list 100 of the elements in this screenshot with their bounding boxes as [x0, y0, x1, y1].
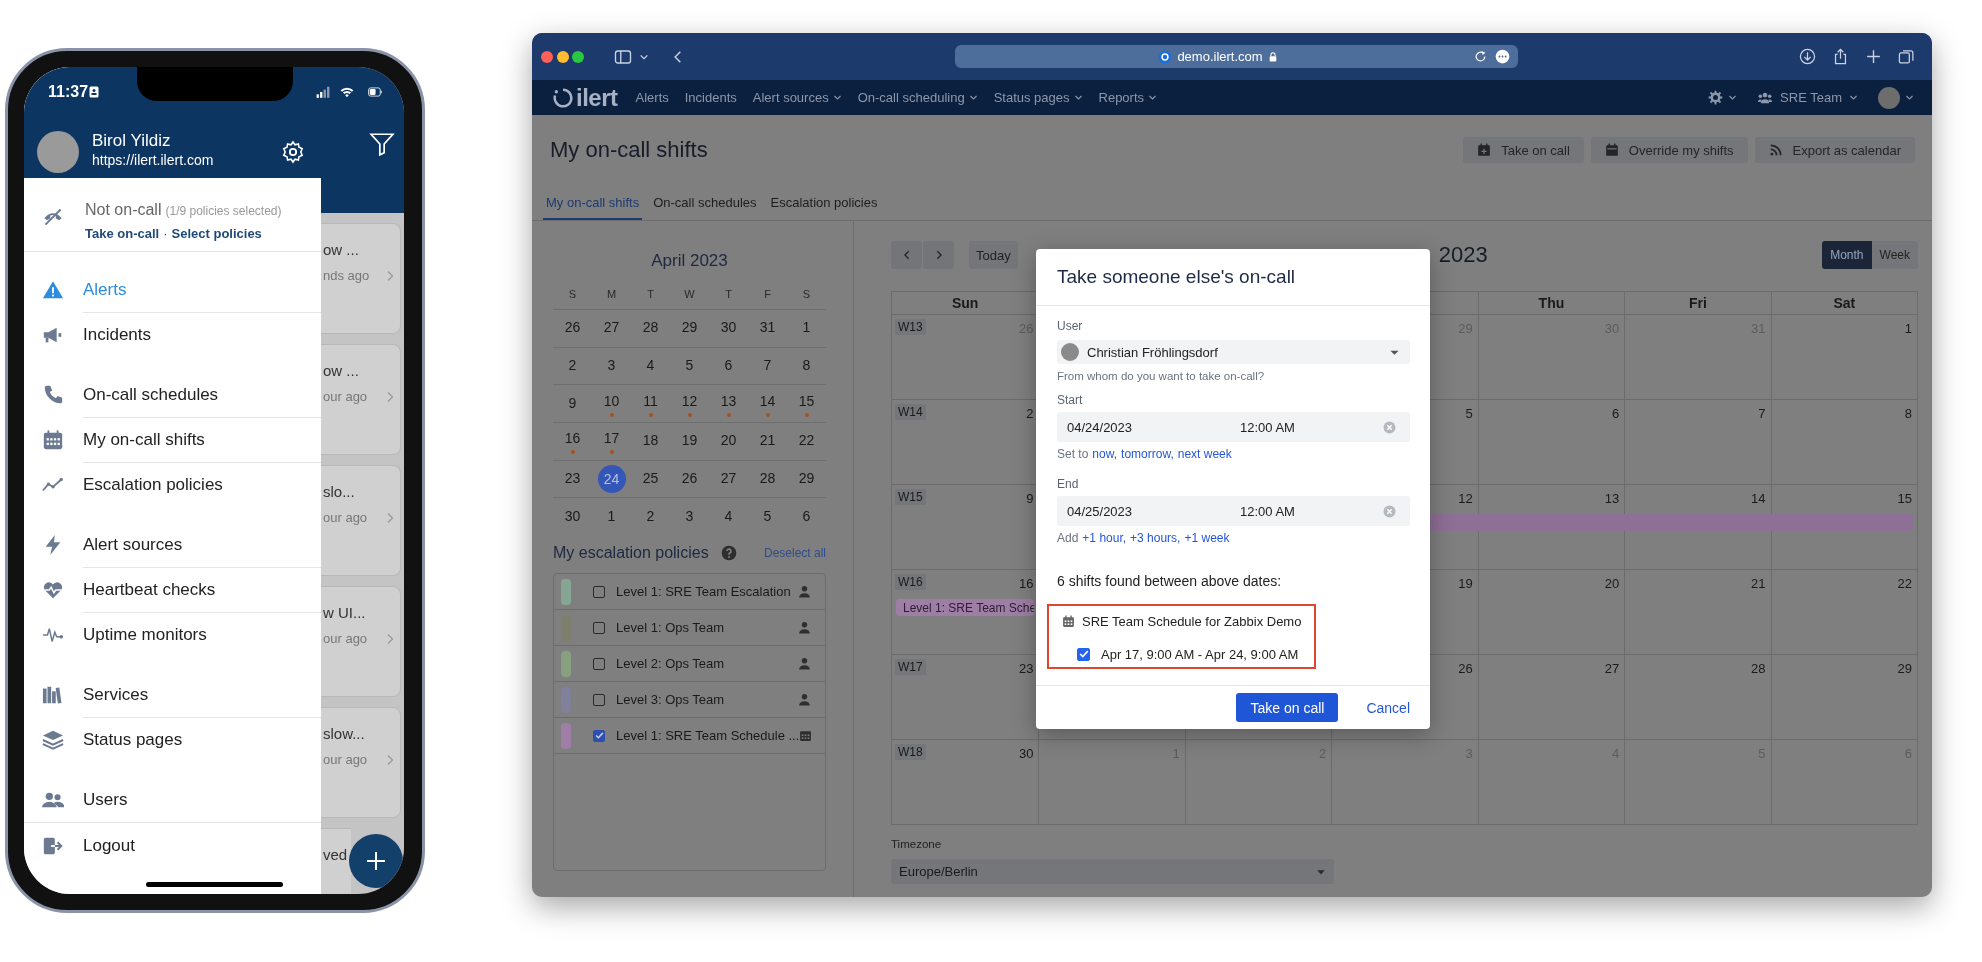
cancel-link[interactable]: Cancel [1366, 699, 1410, 716]
quick-set-link[interactable]: +1 hour, [1082, 531, 1127, 545]
download-icon[interactable] [1799, 48, 1816, 65]
user-select[interactable]: Christian Fröhlingsdorf [1057, 340, 1410, 364]
calendar-day[interactable]: 2 [558, 352, 587, 381]
alert-card[interactable]: w UI... our ago [321, 586, 402, 697]
calendar-day[interactable]: 18 [636, 427, 665, 456]
minimize-window-button[interactable] [556, 50, 569, 63]
calendar-day[interactable]: 13 [714, 389, 743, 418]
policy-item[interactable]: Level 2: Ops Team [554, 646, 825, 683]
action-button[interactable]: Take on call [1463, 137, 1584, 163]
close-window-button[interactable] [541, 50, 553, 63]
view-toggle[interactable]: Month [1822, 241, 1872, 269]
logo[interactable]: ilert [553, 83, 618, 112]
date-time-field[interactable]: 04/24/2023 12:00 AM [1057, 412, 1410, 442]
checkbox[interactable] [593, 693, 605, 706]
calendar-day[interactable]: 5 [753, 502, 782, 531]
policy-item[interactable]: Level 1: Ops Team [554, 610, 825, 647]
checkbox[interactable] [593, 585, 605, 598]
policy-item[interactable]: Level 3: Ops Team [554, 682, 825, 719]
view-toggle[interactable]: Week [1871, 241, 1918, 269]
calendar-day[interactable]: 17 [597, 427, 626, 456]
alert-card[interactable]: ow ... nds ago [321, 223, 402, 334]
policy-item[interactable]: Level 1: SRE Team Schedule ... [554, 718, 825, 755]
calendar-day[interactable]: 16 [558, 427, 587, 456]
calendar-day[interactable]: 10 [597, 389, 626, 418]
help-icon[interactable] [720, 545, 737, 562]
calendar-day[interactable]: 7 [753, 352, 782, 381]
today-button[interactable]: Today [969, 241, 1018, 269]
action-button[interactable]: Override my shifts [1590, 137, 1748, 163]
reload-icon[interactable] [1473, 50, 1487, 63]
tabs-overview-icon[interactable] [1898, 48, 1915, 65]
calendar-day[interactable]: 12 [675, 389, 704, 418]
action-button[interactable]: Export as calendar [1754, 137, 1915, 163]
alert-card[interactable]: slo... our ago [321, 465, 402, 576]
filter-icon[interactable] [369, 131, 395, 157]
take-on-call-button[interactable]: Take on call [1236, 693, 1339, 722]
quick-set-link[interactable]: next week [1177, 447, 1232, 461]
calendar-day[interactable]: 28 [636, 314, 665, 343]
new-tab-icon[interactable] [1865, 48, 1882, 65]
calendar-day[interactable]: 19 [675, 427, 704, 456]
checkbox[interactable] [1077, 647, 1090, 661]
calendar-day[interactable]: 3 [597, 352, 626, 381]
share-icon[interactable] [1832, 48, 1849, 65]
nav-menu-item[interactable]: Incidents [684, 90, 737, 105]
date-time-field[interactable]: 04/25/2023 12:00 AM [1057, 496, 1410, 526]
calendar-day[interactable]: 1 [792, 314, 821, 343]
calendar-day[interactable]: 9 [558, 389, 587, 418]
calendar-day[interactable]: 15 [792, 389, 821, 418]
calendar-day[interactable]: 30 [714, 314, 743, 343]
menu-item[interactable]: Incidents [24, 312, 321, 357]
nav-menu-item[interactable]: Alert sources [752, 90, 842, 105]
menu-item[interactable]: Heartbeat checks [24, 567, 321, 612]
alert-card[interactable]: ved [321, 828, 352, 894]
calendar-day[interactable]: 29 [792, 465, 821, 494]
nav-menu-item[interactable]: Status pages [993, 90, 1083, 105]
calendar-day[interactable]: 11 [636, 389, 665, 418]
quick-set-link[interactable]: +1 week [1184, 531, 1230, 545]
alert-card[interactable]: ow ... our ago [321, 344, 402, 455]
calendar-day[interactable]: 27 [597, 314, 626, 343]
calendar-day[interactable]: 21 [753, 427, 782, 456]
menu-item[interactable]: Alerts [24, 267, 321, 312]
calendar-day[interactable]: 20 [714, 427, 743, 456]
quick-set-link[interactable]: +3 hours, [1130, 531, 1181, 545]
nav-menu-item[interactable]: On-call scheduling [857, 90, 978, 105]
calendar-day[interactable]: 3 [675, 502, 704, 531]
quick-set-link[interactable]: tomorrow, [1121, 447, 1174, 461]
menu-item[interactable]: Status pages [24, 717, 321, 762]
calendar-day[interactable]: 5 [675, 352, 704, 381]
timezone-select[interactable]: Europe/Berlin [891, 859, 1334, 884]
calendar-day[interactable]: 14 [753, 389, 782, 418]
nav-menu-item[interactable]: Reports [1098, 90, 1158, 105]
calendar-day[interactable]: 31 [753, 314, 782, 343]
calendar-day[interactable]: 22 [792, 427, 821, 456]
calendar-day[interactable]: 24 [597, 465, 626, 494]
add-button[interactable] [349, 834, 403, 888]
quick-set-link[interactable]: now, [1092, 447, 1118, 461]
calendar-day[interactable]: 6 [714, 352, 743, 381]
status-link[interactable]: Select policies [171, 225, 262, 243]
avatar[interactable] [1878, 86, 1900, 109]
calendar-day[interactable]: 27 [714, 465, 743, 494]
checkbox[interactable] [593, 657, 605, 670]
status-link[interactable]: Take on-call [85, 225, 160, 243]
checkbox[interactable] [593, 621, 605, 634]
calendar-day[interactable]: 30 [558, 502, 587, 531]
menu-item[interactable]: My on-call shifts [24, 417, 321, 462]
calendar-day[interactable]: 26 [675, 465, 704, 494]
calendar-day[interactable]: 26 [558, 314, 587, 343]
settings-menu[interactable] [1708, 90, 1738, 105]
calendar-day[interactable]: 8 [792, 352, 821, 381]
policy-item[interactable]: Level 1: SRE Team Escalation [554, 574, 825, 611]
tab[interactable]: On-call schedules [650, 186, 760, 220]
settings-icon[interactable] [281, 140, 305, 164]
sidebar-icon[interactable] [612, 47, 633, 66]
tab[interactable]: My on-call shifts [543, 186, 643, 220]
menu-item[interactable]: Logout [24, 823, 321, 868]
calendar-day[interactable]: 4 [714, 502, 743, 531]
zoom-window-button[interactable] [572, 50, 584, 63]
menu-item[interactable]: Users [24, 777, 321, 822]
checkbox[interactable] [593, 729, 605, 742]
